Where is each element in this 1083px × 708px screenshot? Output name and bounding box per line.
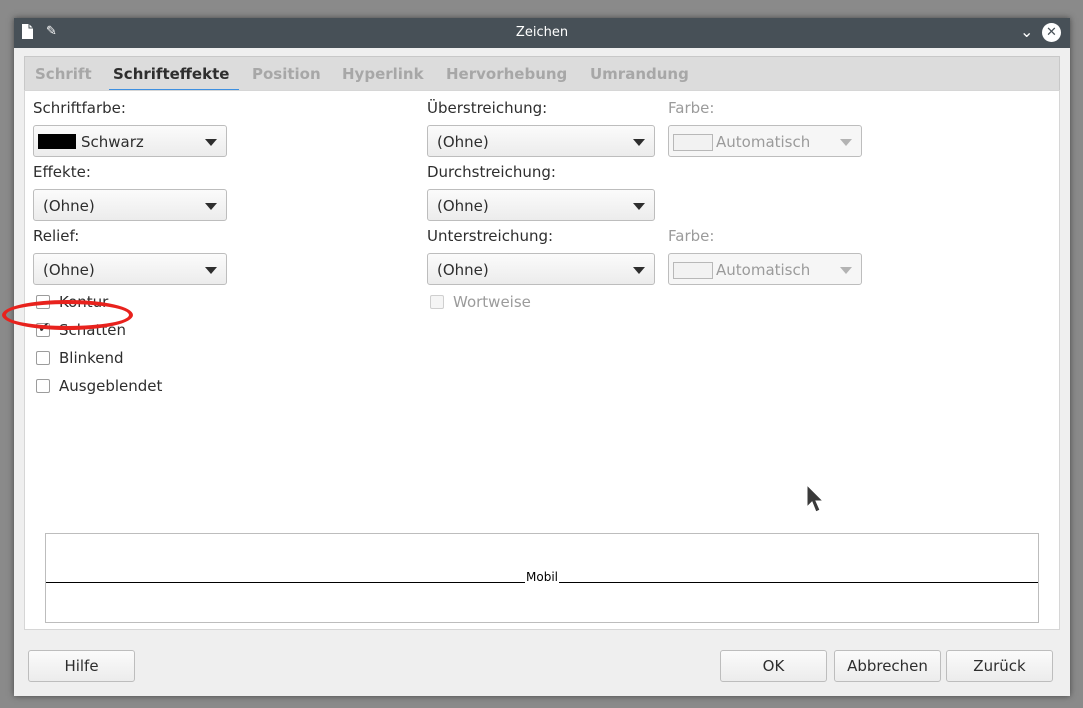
preview-sample-text: Mobil	[525, 570, 559, 584]
overline-dropdown[interactable]: (Ohne)	[427, 125, 655, 157]
relief-label: Relief:	[33, 227, 80, 245]
blinkend-checkbox[interactable]	[36, 351, 50, 365]
window-title: Zeichen	[515, 25, 569, 40]
wortweise-label[interactable]: Wortweise	[453, 293, 531, 311]
tab-hervorhebung[interactable]: Hervorhebung	[446, 65, 567, 83]
underline-value: (Ohne)	[437, 261, 489, 279]
dropdown-arrow-icon	[633, 203, 645, 210]
dropdown-arrow-icon	[205, 203, 217, 210]
tab-schrifteffekte[interactable]: Schrifteffekte	[113, 65, 229, 83]
dropdown-arrow-icon	[633, 139, 645, 146]
ausgeblendet-label[interactable]: Ausgeblendet	[59, 377, 162, 395]
relief-value: (Ohne)	[43, 261, 95, 279]
strikethrough-dropdown[interactable]: (Ohne)	[427, 189, 655, 221]
character-dialog: ✎ Zeichen ⌄ ✕ Schrift Schrifteffekte Pos…	[14, 18, 1070, 696]
underline-color-dropdown[interactable]: Automatisch	[668, 253, 862, 285]
effects-value: (Ohne)	[43, 197, 95, 215]
strikethrough-value: (Ohne)	[437, 197, 489, 215]
underline-label: Unterstreichung:	[427, 227, 554, 245]
preview-sample: Mobil	[46, 570, 1038, 584]
dropdown-arrow-icon	[205, 139, 217, 146]
dropdown-arrow-icon	[633, 267, 645, 274]
chevron-down-icon[interactable]: ⌄	[1020, 22, 1033, 41]
effects-panel: Schriftfarbe: Schwarz Effekte: (Ohne) Re…	[24, 90, 1060, 630]
color-swatch	[38, 134, 76, 149]
underline-color-label: Farbe:	[668, 227, 715, 245]
font-color-label: Schriftfarbe:	[33, 99, 126, 117]
ok-button[interactable]: OK	[720, 650, 827, 682]
relief-dropdown[interactable]: (Ohne)	[33, 253, 227, 285]
strikethrough-label: Durchstreichung:	[427, 163, 556, 181]
reset-button[interactable]: Zurück	[946, 650, 1053, 682]
color-swatch	[673, 262, 713, 279]
tab-bar: Schrift Schrifteffekte Position Hyperlin…	[24, 56, 1060, 92]
overline-label: Überstreichung:	[427, 99, 548, 117]
font-color-value: Schwarz	[81, 133, 144, 151]
tab-position[interactable]: Position	[252, 65, 321, 83]
title-bar: ✎ Zeichen ⌄ ✕	[14, 18, 1070, 48]
tab-schrift[interactable]: Schrift	[35, 65, 92, 83]
overline-color-label: Farbe:	[668, 99, 715, 117]
font-color-dropdown[interactable]: Schwarz	[33, 125, 227, 157]
mouse-cursor-icon	[806, 484, 825, 513]
effects-label: Effekte:	[33, 163, 91, 181]
tab-hyperlink[interactable]: Hyperlink	[342, 65, 424, 83]
effects-dropdown[interactable]: (Ohne)	[33, 189, 227, 221]
color-swatch	[673, 134, 713, 151]
underline-dropdown[interactable]: (Ohne)	[427, 253, 655, 285]
help-button[interactable]: Hilfe	[28, 650, 135, 682]
cancel-button[interactable]: Abbrechen	[834, 650, 941, 682]
blinkend-label[interactable]: Blinkend	[59, 349, 124, 367]
dropdown-arrow-icon	[840, 267, 852, 274]
tab-umrandung[interactable]: Umrandung	[590, 65, 689, 83]
dropdown-arrow-icon	[205, 267, 217, 274]
underline-color-value: Automatisch	[716, 261, 811, 279]
ausgeblendet-checkbox[interactable]	[36, 379, 50, 393]
wortweise-checkbox[interactable]	[430, 295, 444, 309]
preview-area: Mobil	[45, 533, 1039, 623]
overline-color-value: Automatisch	[716, 133, 811, 151]
overline-value: (Ohne)	[437, 133, 489, 151]
close-icon[interactable]: ✕	[1042, 23, 1061, 42]
overline-color-dropdown[interactable]: Automatisch	[668, 125, 862, 157]
highlight-annotation	[2, 300, 133, 330]
dropdown-arrow-icon	[840, 139, 852, 146]
